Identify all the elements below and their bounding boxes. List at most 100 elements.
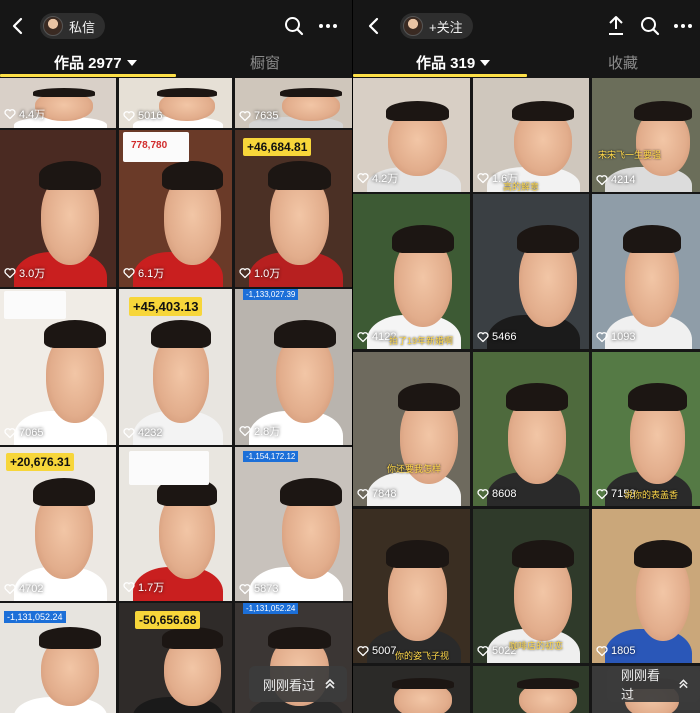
person-hair xyxy=(162,627,223,649)
like-count-label: 5016 xyxy=(138,110,163,122)
video-caption: 高的解意 xyxy=(503,182,540,192)
more-icon[interactable] xyxy=(316,14,340,38)
video-thumbnail[interactable]: 1093 xyxy=(592,194,700,349)
recently-viewed-button[interactable]: 刚刚看过 xyxy=(607,666,700,702)
tab-works[interactable]: 作品 319 xyxy=(416,52,491,73)
video-caption: 你的姿飞子视 xyxy=(395,651,450,661)
video-thumbnail[interactable]: 4.2万 xyxy=(353,78,470,192)
person-hair xyxy=(511,539,574,568)
like-count: 4.2万 xyxy=(357,170,398,186)
active-tab-indicator xyxy=(353,74,527,77)
video-caption: 你还要我怎样 xyxy=(387,464,442,474)
video-thumbnail[interactable]: 7848 你还要我怎样 xyxy=(353,352,470,506)
person-hair xyxy=(273,320,337,349)
video-thumbnail[interactable]: 5873 -1,154,172.12 xyxy=(235,447,352,601)
like-count: 4214 xyxy=(596,174,635,186)
message-label: 私信 xyxy=(69,19,96,35)
heart-icon xyxy=(357,332,369,343)
video-caption: 咖啡店的初恋 xyxy=(509,641,564,651)
loss-badge: -1,131,052.24 xyxy=(243,603,299,614)
heart-icon xyxy=(4,584,16,595)
video-thumbnail[interactable]: 1.6万 高的解意 xyxy=(473,78,589,192)
video-thumbnail[interactable]: 5016 xyxy=(119,78,232,128)
video-thumbnail[interactable]: 7065 xyxy=(0,289,116,445)
balance-figure: 778,780 xyxy=(131,140,168,151)
video-thumbnail[interactable]: 4.4万 xyxy=(0,78,116,128)
heart-icon xyxy=(477,173,489,184)
like-count-label: 5007 xyxy=(372,645,397,657)
video-thumbnail[interactable]: 4214 宋宋飞一生要强 xyxy=(592,78,700,192)
video-thumbnail[interactable]: 2.8万 -1,133,027.39 xyxy=(235,289,352,445)
video-thumbnail[interactable]: 1.7万 xyxy=(119,447,232,601)
like-count-label: 8608 xyxy=(492,488,517,500)
video-thumbnail[interactable]: 1.0万 +46,684.81 xyxy=(235,130,352,287)
like-count: 5007 xyxy=(357,645,396,657)
follow-label: +关注 xyxy=(429,19,463,35)
heart-icon xyxy=(4,268,16,279)
double-chevron-up-icon xyxy=(325,678,335,689)
like-count-label: 1805 xyxy=(611,645,636,657)
video-thumbnail[interactable]: 1805 xyxy=(592,509,700,663)
person-hair xyxy=(38,161,101,190)
video-thumbnail[interactable]: 3.0万 xyxy=(0,130,116,287)
video-thumbnail[interactable]: 5007 你的姿飞子视 xyxy=(353,509,470,663)
person-hair xyxy=(32,88,95,97)
like-count-label: 7635 xyxy=(254,110,279,122)
person-hair xyxy=(397,382,461,411)
recently-viewed-button[interactable]: 刚刚看过 xyxy=(249,666,348,702)
video-thumbnail[interactable]: 5466 xyxy=(473,194,589,349)
recently-viewed-label: 刚刚看过 xyxy=(621,668,661,702)
video-thumbnail[interactable]: 6.1万 778,780 xyxy=(119,130,232,287)
person-hair xyxy=(268,627,331,649)
tab-showcase[interactable]: 橱窗 xyxy=(250,52,280,73)
heart-icon xyxy=(596,646,608,657)
search-icon[interactable] xyxy=(282,14,306,38)
video-thumbnail[interactable]: 4122 拍了19年新婚啊 xyxy=(353,194,470,349)
share-icon[interactable] xyxy=(604,14,628,38)
avatar xyxy=(43,16,63,36)
video-thumbnail[interactable]: 4232 +45,403.13 xyxy=(119,289,232,445)
heart-icon xyxy=(596,175,608,186)
message-chip[interactable]: 私信 xyxy=(40,13,106,39)
profit-badge: +20,676.31 xyxy=(6,453,75,471)
video-thumbnail[interactable] xyxy=(353,666,470,713)
search-icon[interactable] xyxy=(638,14,662,38)
person-hair xyxy=(386,100,449,122)
tab-works-label: 作品 2977 xyxy=(54,55,122,72)
tab-showcase-label: 橱窗 xyxy=(250,55,281,72)
tab-works[interactable]: 作品 2977 xyxy=(54,52,137,73)
more-icon[interactable] xyxy=(671,14,695,38)
back-arrow-icon[interactable] xyxy=(9,16,27,36)
like-count: 1.7万 xyxy=(123,579,164,595)
video-thumbnail[interactable] xyxy=(473,666,589,713)
like-count: 2.8万 xyxy=(239,423,280,439)
like-count: 7065 xyxy=(4,427,43,439)
person-hair xyxy=(517,225,580,253)
heart-icon xyxy=(123,582,135,593)
person-hair xyxy=(505,382,568,411)
video-thumbnail[interactable]: 4702 +20,676.31 xyxy=(0,447,116,601)
like-count-label: 2.8万 xyxy=(254,426,281,438)
heart-icon xyxy=(239,268,251,279)
person-hair xyxy=(391,225,455,253)
video-thumbnail[interactable]: 7153 说你的表盖香 xyxy=(592,352,700,506)
video-thumbnail[interactable]: -50,656.68 xyxy=(119,603,232,713)
back-arrow-icon[interactable] xyxy=(365,16,383,36)
person-hair xyxy=(633,539,693,568)
left-profile-panel: 私信 作品 2977 橱窗 4.4万 5016 7635 3.0万 6.1万 778,78… xyxy=(0,0,352,713)
follow-chip[interactable]: +关注 xyxy=(400,13,473,39)
like-count-label: 1093 xyxy=(611,331,636,343)
heart-icon xyxy=(123,111,135,122)
heart-icon xyxy=(477,489,489,500)
heart-icon xyxy=(239,584,251,595)
tab-favorites[interactable]: 收藏 xyxy=(608,52,638,73)
video-thumbnail[interactable]: 7635 xyxy=(235,78,352,128)
avatar xyxy=(403,16,423,36)
video-thumbnail[interactable]: -1,131,052.24 xyxy=(0,603,116,713)
top-bar: 私信 xyxy=(0,0,352,52)
person-hair xyxy=(633,100,693,122)
heart-icon xyxy=(4,109,16,120)
video-thumbnail[interactable]: 8608 xyxy=(473,352,589,506)
person-hair xyxy=(279,477,343,506)
video-thumbnail[interactable]: 5022 咖啡店的初恋 xyxy=(473,509,589,663)
